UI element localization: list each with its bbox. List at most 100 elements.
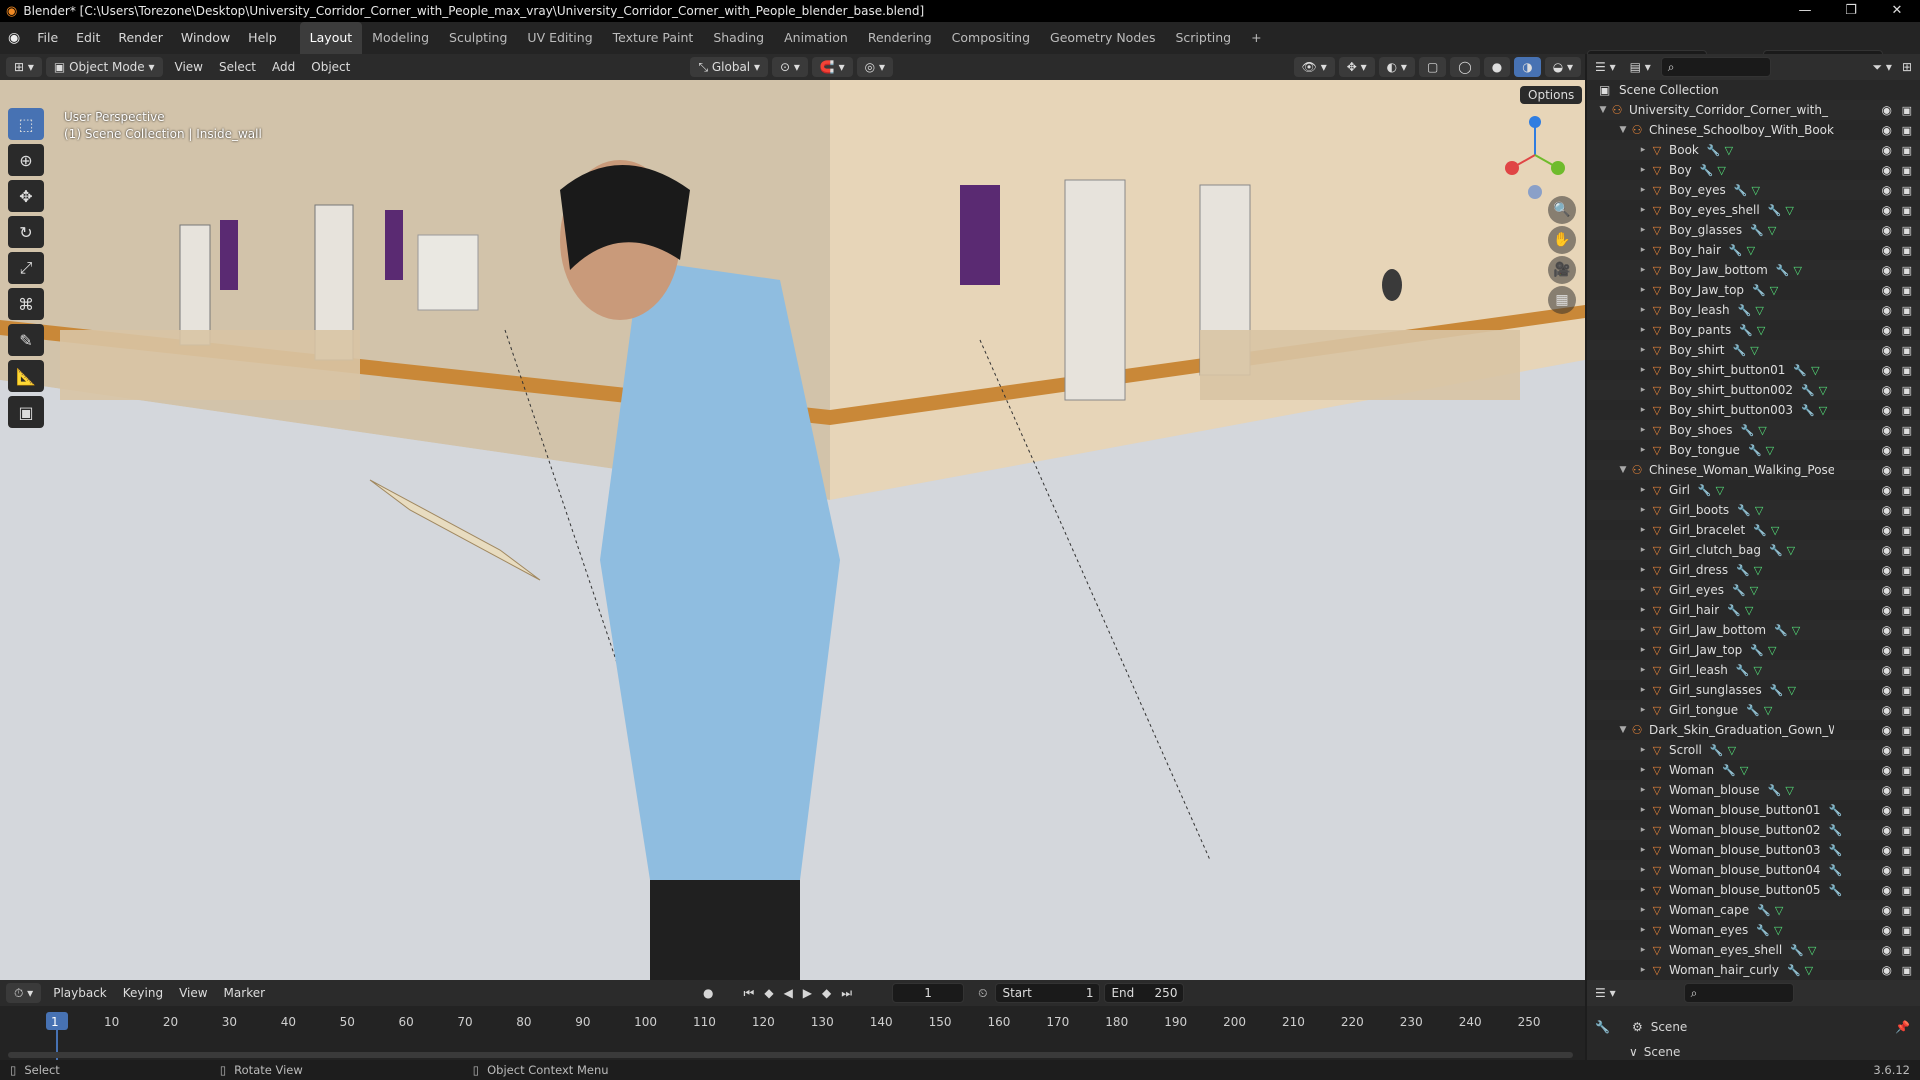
outliner-group-row[interactable]: ▼⚇ Dark_Skin_Graduation_Gown_Wom ◉ ▣ [1587,720,1920,740]
mesh-data-icon[interactable]: ▽ [1811,364,1819,377]
outliner-object-row[interactable]: ▸ ▽ Girl_bracelet 🔧 ▽ ◉ ▣ [1587,520,1920,540]
timeline-scrollbar[interactable] [8,1052,1573,1058]
render-camera-icon[interactable]: ▣ [1902,544,1912,557]
mesh-data-icon[interactable]: ▽ [1775,904,1783,917]
expand-arrow-icon[interactable]: ▸ [1637,885,1649,895]
mesh-data-icon[interactable]: ▽ [1747,244,1755,257]
restore-icon[interactable]: ❐ [1828,0,1874,22]
timeline-editor-type-icon[interactable]: ⏱ ▾ [6,983,42,1003]
mesh-data-icon[interactable]: ▽ [1766,444,1774,457]
modifier-wrench-icon[interactable]: 🔧 [1757,904,1771,917]
visibility-eye-icon[interactable]: ◉ [1882,423,1892,437]
options-button[interactable]: Options [1520,86,1583,104]
close-icon[interactable]: ✕ [1874,0,1920,22]
visibility-eye-icon[interactable]: ◉ [1882,123,1892,137]
outliner-object-row[interactable]: ▸ ▽ Boy_shirt 🔧 ▽ ◉ ▣ [1587,340,1920,360]
prev-keyframe-icon[interactable]: ◆ [764,986,773,1000]
outliner-object-row[interactable]: ▸ ▽ Woman_cape 🔧 ▽ ◉ ▣ [1587,900,1920,920]
expand-arrow-icon[interactable]: ▸ [1637,285,1649,295]
filter-icon[interactable]: ⏷ ▾ [1872,60,1891,75]
rotate-tool-icon[interactable]: ↻ [8,216,44,248]
outliner-object-row[interactable]: ▸ ▽ Boy 🔧 ▽ ◉ ▣ [1587,160,1920,180]
outliner-object-row[interactable]: ▸ ▽ Woman_hair_curly 🔧 ▽ ◉ ▣ [1587,960,1920,980]
measure-tool-icon[interactable]: 📐 [8,360,44,392]
mesh-data-icon[interactable]: ▽ [1745,604,1753,617]
outliner-object-row[interactable]: ▸ ▽ Boy_Jaw_top 🔧 ▽ ◉ ▣ [1587,280,1920,300]
tab-compositing[interactable]: Compositing [942,22,1040,54]
expand-arrow-icon[interactable]: ▸ [1637,605,1649,615]
ortho-grid-icon[interactable]: ▦ [1548,286,1576,314]
modifier-wrench-icon[interactable]: 🔧 [1801,404,1815,417]
outliner-object-row[interactable]: ▸ ▽ Woman_eyes_shell 🔧 ▽ ◉ ▣ [1587,940,1920,960]
visibility-eye-icon[interactable]: ◉ [1882,963,1892,977]
render-camera-icon[interactable]: ▣ [1902,384,1912,397]
outliner-object-row[interactable]: ▸ ▽ Girl_eyes 🔧 ▽ ◉ ▣ [1587,580,1920,600]
display-mode-icon[interactable]: ▤ ▾ [1630,60,1651,74]
modifier-wrench-icon[interactable]: 🔧 [1741,424,1755,437]
render-camera-icon[interactable]: ▣ [1902,404,1912,417]
visibility-eye-icon[interactable]: ◉ [1882,643,1892,657]
render-camera-icon[interactable]: ▣ [1902,484,1912,497]
outliner-object-row[interactable]: ▸ ▽ Boy_eyes 🔧 ▽ ◉ ▣ [1587,180,1920,200]
visibility-eye-icon[interactable]: ◉ [1882,583,1892,597]
outliner-root[interactable]: ▣ Scene Collection [1587,80,1920,100]
modifier-wrench-icon[interactable]: 🔧 [1801,384,1815,397]
mesh-data-icon[interactable]: ▽ [1757,324,1765,337]
modifier-wrench-icon[interactable]: 🔧 [1746,704,1760,717]
mesh-data-icon[interactable]: ▽ [1768,224,1776,237]
modifier-wrench-icon[interactable]: 🔧 [1750,224,1764,237]
modifier-wrench-icon[interactable]: 🔧 [1793,364,1807,377]
modifier-wrench-icon[interactable]: 🔧 [1829,844,1843,857]
modifier-wrench-icon[interactable]: 🔧 [1769,544,1783,557]
outliner-object-row[interactable]: ▸ ▽ Girl_sunglasses 🔧 ▽ ◉ ▣ [1587,680,1920,700]
shading-solid-icon[interactable]: ● [1483,57,1511,77]
y-axis-icon[interactable] [1551,161,1565,175]
visibility-eye-icon[interactable]: ◉ [1882,263,1892,277]
outliner-object-row[interactable]: ▸ ▽ Woman_blouse_button01 🔧 ◉ ▣ [1587,800,1920,820]
expand-arrow-icon[interactable]: ▸ [1637,825,1649,835]
outliner-object-row[interactable]: ▸ ▽ Woman_blouse 🔧 ▽ ◉ ▣ [1587,780,1920,800]
render-camera-icon[interactable]: ▣ [1902,764,1912,777]
transform-tool-icon[interactable]: ⌘ [8,288,44,320]
render-camera-icon[interactable]: ▣ [1902,164,1912,177]
visibility-eye-icon[interactable]: ◉ [1882,403,1892,417]
snap-icon[interactable]: 🧲 ▾ [811,57,853,77]
render-camera-icon[interactable]: ▣ [1902,624,1912,637]
mesh-data-icon[interactable]: ▽ [1754,664,1762,677]
modifier-wrench-icon[interactable]: 🔧 [1698,484,1712,497]
preview-range-icon[interactable]: ⏲ [978,986,987,1001]
cursor-tool-icon[interactable]: ⊕ [8,144,44,176]
outliner-object-row[interactable]: ▸ ▽ Boy_Jaw_bottom 🔧 ▽ ◉ ▣ [1587,260,1920,280]
render-camera-icon[interactable]: ▣ [1902,844,1912,857]
outliner-object-row[interactable]: ▸ ▽ Boy_glasses 🔧 ▽ ◉ ▣ [1587,220,1920,240]
visibility-eye-icon[interactable]: ◉ [1882,763,1892,777]
visibility-icon[interactable]: 👁 ▾ [1293,57,1335,77]
modifier-wrench-icon[interactable]: 🔧 [1756,924,1770,937]
render-camera-icon[interactable]: ▣ [1902,784,1912,797]
tab-sculpting[interactable]: Sculpting [439,22,517,54]
outliner-object-row[interactable]: ▸ ▽ Woman_blouse_button05 🔧 ◉ ▣ [1587,880,1920,900]
outliner-object-row[interactable]: ▸ ▽ Boy_shoes 🔧 ▽ ◉ ▣ [1587,420,1920,440]
visibility-eye-icon[interactable]: ◉ [1882,863,1892,877]
mesh-data-icon[interactable]: ▽ [1788,684,1796,697]
render-camera-icon[interactable]: ▣ [1902,744,1912,757]
shading-render-icon[interactable]: ◒ ▾ [1544,57,1581,77]
render-camera-icon[interactable]: ▣ [1902,504,1912,517]
expand-arrow-icon[interactable]: ▸ [1637,665,1649,675]
properties-editor-icon[interactable]: ☰ ▾ [1595,986,1616,1000]
scene-subpanel[interactable]: ∨ Scene [1587,1042,1920,1062]
3d-viewport[interactable]: User Perspective (1) Scene Collection | … [0,80,1585,980]
render-camera-icon[interactable]: ▣ [1902,464,1912,477]
mesh-data-icon[interactable]: ▽ [1792,624,1800,637]
outliner-object-row[interactable]: ▸ ▽ Book 🔧 ▽ ◉ ▣ [1587,140,1920,160]
pivot-icon[interactable]: ⊙ ▾ [771,57,808,77]
modifier-wrench-icon[interactable]: 🔧 [1752,284,1766,297]
modifier-wrench-icon[interactable]: 🔧 [1829,824,1843,837]
modifier-wrench-icon[interactable]: 🔧 [1727,604,1741,617]
modifier-wrench-icon[interactable]: 🔧 [1750,644,1764,657]
neg-z-axis-icon[interactable] [1528,185,1542,199]
render-camera-icon[interactable]: ▣ [1902,284,1912,297]
visibility-eye-icon[interactable]: ◉ [1882,543,1892,557]
collapse-arrow-icon[interactable]: ▼ [1617,125,1629,135]
blender-menu-icon[interactable]: ◉ [0,30,28,46]
